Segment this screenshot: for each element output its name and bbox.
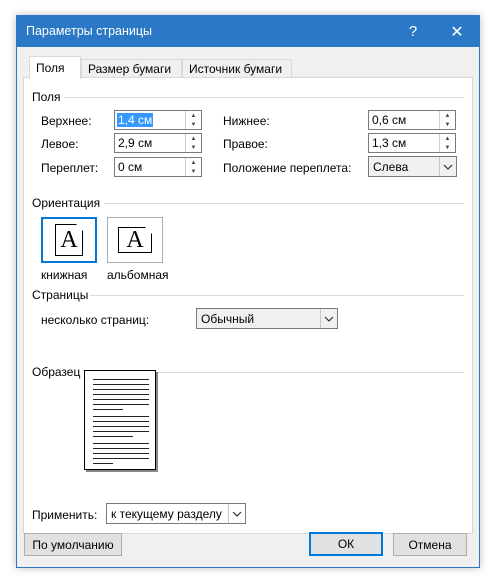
tab-margins[interactable]: Поля: [29, 56, 81, 79]
ok-label: ОК: [337, 537, 355, 551]
top-margin-spinner[interactable]: 1,4 см ▲ ▼: [114, 110, 202, 130]
portrait-page-icon: A: [55, 224, 83, 256]
help-icon: ?: [408, 23, 418, 40]
help-button[interactable]: ?: [391, 16, 435, 47]
ok-button[interactable]: ОК: [309, 532, 383, 556]
preview-line: [93, 421, 149, 422]
apply-to-select[interactable]: к текущему разделу: [106, 503, 246, 524]
tab-paper-size[interactable]: Размер бумаги: [81, 59, 182, 78]
apply-to-value: к текущему разделу: [111, 507, 222, 521]
margins-section-title: Поля: [32, 90, 61, 104]
preview-section-title: Образец: [32, 365, 81, 379]
pages-section-title: Страницы: [32, 288, 89, 302]
spin-down-icon[interactable]: ▼: [440, 120, 455, 129]
landscape-button[interactable]: A: [107, 217, 163, 263]
left-margin-spinner[interactable]: 2,9 см ▲ ▼: [114, 133, 202, 153]
multiple-pages-value: Обычный: [201, 312, 255, 326]
landscape-label[interactable]: альбомная: [107, 268, 169, 282]
gutter-spinner[interactable]: 0 см ▲ ▼: [114, 157, 202, 177]
gutter-value[interactable]: 0 см: [117, 160, 143, 174]
preview-line: [93, 463, 113, 464]
preview-line: [93, 404, 149, 405]
portrait-letter: A: [60, 226, 78, 253]
spin-down-icon[interactable]: ▼: [186, 143, 201, 152]
spin-down-icon[interactable]: ▼: [186, 120, 201, 129]
left-margin-label: Левое:: [41, 137, 79, 151]
spin-down-icon[interactable]: ▼: [440, 143, 455, 152]
landscape-letter: A: [126, 226, 144, 253]
spin-up-icon[interactable]: ▲: [440, 134, 455, 143]
tab-paper-source[interactable]: Источник бумаги: [182, 59, 292, 78]
preview-line: [93, 443, 149, 444]
chevron-down-icon[interactable]: [320, 309, 337, 328]
portrait-label[interactable]: книжная: [41, 268, 87, 282]
preview-line: [93, 448, 149, 449]
preview-line: [93, 436, 133, 437]
chevron-down-icon[interactable]: [228, 504, 245, 523]
chevron-down-icon[interactable]: [439, 157, 456, 176]
right-margin-value[interactable]: 1,3 см: [371, 136, 407, 150]
gutter-label: Переплет:: [41, 161, 99, 175]
close-button[interactable]: ✕: [435, 16, 479, 47]
spin-up-icon[interactable]: ▲: [440, 111, 455, 120]
page-setup-dialog: Параметры страницы ? ✕ Поля Размер бумаг…: [16, 15, 480, 568]
right-margin-spinner[interactable]: 1,3 см ▲ ▼: [368, 133, 456, 153]
preview-line: [93, 409, 123, 410]
spin-up-icon[interactable]: ▲: [186, 158, 201, 167]
multiple-pages-select[interactable]: Обычный: [196, 308, 338, 329]
landscape-page-icon: A: [118, 227, 152, 253]
spin-down-icon[interactable]: ▼: [186, 167, 201, 176]
multiple-pages-label: несколько страниц:: [41, 313, 150, 327]
set-as-default-label: По умолчанию: [32, 537, 114, 552]
top-margin-value[interactable]: 1,4 см: [117, 113, 154, 127]
gutter-position-value: Слева: [373, 160, 409, 174]
preview-line: [93, 379, 149, 380]
spin-up-icon[interactable]: ▲: [186, 111, 201, 120]
preview-line: [93, 426, 149, 427]
preview-line: [93, 431, 149, 432]
bottom-margin-label: Нижнее:: [223, 114, 270, 128]
gutter-position-select[interactable]: Слева: [368, 156, 457, 177]
preview-line: [93, 399, 149, 400]
title-bar[interactable]: Параметры страницы ? ✕: [17, 16, 479, 47]
left-margin-value[interactable]: 2,9 см: [117, 136, 153, 150]
gutter-position-label: Положение переплета:: [223, 161, 352, 175]
set-as-default-button[interactable]: По умолчанию: [24, 533, 122, 556]
pages-separator: [90, 295, 464, 296]
close-icon: ✕: [450, 23, 464, 41]
bottom-margin-value[interactable]: 0,6 см: [371, 113, 407, 127]
preview-line: [93, 453, 149, 454]
portrait-button[interactable]: A: [41, 217, 97, 263]
preview-page: [84, 370, 156, 470]
spin-up-icon[interactable]: ▲: [186, 134, 201, 143]
cancel-button[interactable]: Отмена: [393, 533, 467, 556]
right-margin-label: Правое:: [223, 137, 268, 151]
preview-line: [93, 394, 149, 395]
preview-line: [93, 389, 149, 390]
orientation-section-title: Ориентация: [32, 196, 101, 210]
cancel-label: Отмена: [408, 537, 452, 552]
margins-separator: [64, 97, 464, 98]
window-title: Параметры страницы: [26, 24, 153, 38]
top-margin-label: Верхнее:: [41, 114, 92, 128]
apply-to-label: Применить:: [32, 508, 98, 522]
bottom-margin-spinner[interactable]: 0,6 см ▲ ▼: [368, 110, 456, 130]
preview-line: [93, 384, 149, 385]
preview-line: [93, 458, 149, 459]
orientation-separator: [104, 203, 464, 204]
preview-line: [93, 416, 149, 417]
